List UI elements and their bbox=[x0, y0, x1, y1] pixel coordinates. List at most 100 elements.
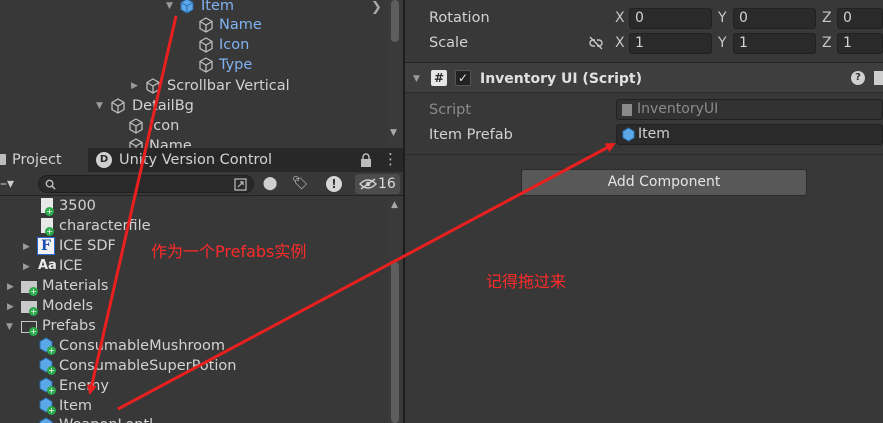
help-icon[interactable]: ? bbox=[851, 71, 865, 85]
search-window-icon[interactable] bbox=[234, 178, 247, 191]
gameobject-icon bbox=[199, 57, 213, 73]
hierarchy-scrollbar[interactable]: ▼ bbox=[388, 0, 402, 148]
prefab-cube-icon bbox=[180, 0, 194, 14]
scroll-down-icon[interactable]: ▼ bbox=[390, 128, 397, 138]
uvc-icon: D bbox=[96, 152, 112, 168]
project-item-clipped[interactable]: WeaponLontl... bbox=[59, 415, 199, 423]
tab-unity-version-control[interactable]: D Unity Version Control bbox=[88, 148, 288, 172]
project-item-characterfile[interactable]: characterfile bbox=[59, 216, 151, 236]
text-file-icon: + bbox=[39, 218, 55, 236]
hierarchy-item-icon2[interactable]: Icon bbox=[149, 116, 179, 136]
folder-icon: + bbox=[21, 299, 39, 317]
project-item-prefabs[interactable]: Prefabs bbox=[42, 316, 96, 336]
search-input-container[interactable] bbox=[38, 175, 254, 193]
project-item-models[interactable]: Models bbox=[42, 296, 93, 316]
project-item-enemy[interactable]: Enemy bbox=[59, 376, 109, 396]
gameobject-icon bbox=[129, 118, 143, 134]
collapse-arrow-icon[interactable]: ▶ bbox=[7, 282, 17, 292]
gameobject-icon bbox=[199, 17, 213, 33]
add-component-button[interactable]: Add Component bbox=[521, 169, 807, 196]
project-tab-bar: Project D Unity Version Control ⋮ bbox=[0, 148, 403, 172]
axis-z-label[interactable]: Z bbox=[822, 33, 832, 54]
axis-x-label[interactable]: X bbox=[615, 8, 625, 29]
project-item-item[interactable]: Item bbox=[59, 396, 92, 416]
font-file-icon: Aa bbox=[38, 258, 57, 273]
hierarchy-item-name[interactable]: Name bbox=[219, 15, 262, 35]
axis-y-label[interactable]: Y bbox=[718, 8, 727, 29]
search-input[interactable] bbox=[59, 176, 229, 192]
axis-x-label[interactable]: X bbox=[615, 33, 625, 54]
separator bbox=[405, 154, 883, 155]
filter-type-icon[interactable]: ⬤ bbox=[259, 175, 281, 193]
axis-y-label[interactable]: Y bbox=[718, 33, 727, 54]
hidden-count: 16 bbox=[378, 176, 396, 192]
tab-project-label: Project bbox=[12, 152, 62, 168]
hidden-packages-toggle[interactable]: 16 bbox=[355, 174, 400, 194]
project-item-ice-sdf[interactable]: ICE SDF bbox=[59, 236, 116, 256]
script-field: InventoryUI bbox=[616, 99, 883, 120]
project-toolbar: –▾ ⬤ 🏷 ! 16 bbox=[0, 172, 403, 196]
script-label: Script bbox=[429, 102, 472, 118]
prefab-cube-icon: + bbox=[38, 397, 57, 416]
component-header[interactable]: ▼ # ✓ Inventory UI (Script) ? bbox=[405, 63, 883, 93]
hierarchy-item-icon[interactable]: Icon bbox=[219, 35, 249, 55]
project-list: + 3500 + characterfile ▶ F ICE SDF ▶ Aa … bbox=[0, 196, 403, 423]
rotation-z-field[interactable]: 0 bbox=[837, 8, 883, 29]
inspector-panel: Rotation X 0 Y 0 Z 0 Scale X 1 Y 1 Z 1 ▼… bbox=[405, 0, 883, 423]
scrollbar-thumb[interactable] bbox=[391, 0, 399, 42]
font-asset-icon: F bbox=[37, 237, 55, 255]
component-enabled-checkbox[interactable]: ✓ bbox=[455, 70, 471, 86]
more-options-icon[interactable]: ⋮ bbox=[383, 150, 398, 168]
project-item-consumable-mushroom[interactable]: ConsumableMushroom bbox=[59, 336, 225, 356]
constrain-proportions-icon[interactable] bbox=[588, 36, 604, 50]
project-item-3500[interactable]: 3500 bbox=[59, 196, 96, 216]
collapse-arrow-icon[interactable]: ▶ bbox=[23, 242, 33, 252]
expand-arrow-icon[interactable]: ▼ bbox=[6, 322, 16, 332]
scale-label: Scale bbox=[429, 35, 469, 51]
component-title: Inventory UI (Script) bbox=[480, 71, 643, 87]
filter-label-icon[interactable]: 🏷 bbox=[289, 175, 311, 193]
project-item-ice[interactable]: ICE bbox=[59, 256, 83, 276]
scrollbar-thumb[interactable] bbox=[391, 262, 399, 423]
scroll-up-icon[interactable]: ▲ bbox=[391, 200, 398, 210]
hierarchy-item-item[interactable]: Item bbox=[201, 0, 234, 16]
hierarchy-item-scrollbar[interactable]: Scrollbar Vertical bbox=[167, 76, 290, 96]
rotation-y-field[interactable]: 0 bbox=[733, 8, 816, 29]
tab-uvc-label: Unity Version Control bbox=[119, 152, 273, 168]
scale-y-field[interactable]: 1 bbox=[733, 33, 816, 54]
item-prefab-value: Item bbox=[638, 126, 670, 142]
annotation-prefab-note: 作为一个Prefabs实例 bbox=[151, 242, 307, 261]
project-item-materials[interactable]: Materials bbox=[42, 276, 108, 296]
hierarchy-item-type[interactable]: Type bbox=[219, 55, 252, 75]
open-folder-icon: + bbox=[21, 319, 39, 337]
expand-arrow-icon[interactable]: ▼ bbox=[166, 1, 176, 11]
collapse-arrow-icon[interactable]: ▶ bbox=[131, 81, 141, 91]
item-prefab-field[interactable]: Item bbox=[616, 124, 883, 145]
rotation-label: Rotation bbox=[429, 10, 490, 26]
presets-icon[interactable] bbox=[874, 71, 883, 85]
prefab-cube-icon bbox=[38, 417, 57, 423]
folder-icon: + bbox=[21, 279, 39, 297]
eye-hidden-icon bbox=[359, 178, 377, 190]
create-dropdown-icon[interactable]: –▾ bbox=[0, 176, 14, 192]
script-value: InventoryUI bbox=[637, 101, 719, 117]
project-scrollbar[interactable]: ▲ bbox=[388, 196, 402, 423]
console-warning-icon[interactable]: ! bbox=[326, 176, 342, 192]
scale-z-field[interactable]: 1 bbox=[837, 33, 883, 54]
collapse-arrow-icon[interactable]: ▶ bbox=[7, 302, 17, 312]
tab-project[interactable]: Project bbox=[0, 148, 88, 172]
prefab-cube-icon: + bbox=[38, 357, 57, 376]
scale-x-field[interactable]: 1 bbox=[629, 33, 712, 54]
chevron-right-icon[interactable]: ❯ bbox=[371, 0, 382, 15]
text-file-icon: + bbox=[39, 198, 55, 216]
folder-icon bbox=[0, 154, 6, 165]
collapse-arrow-icon[interactable]: ▶ bbox=[23, 262, 33, 272]
expand-arrow-icon[interactable]: ▼ bbox=[96, 101, 106, 111]
rotation-x-field[interactable]: 0 bbox=[629, 8, 712, 29]
axis-z-label[interactable]: Z bbox=[822, 8, 832, 29]
lock-icon[interactable] bbox=[360, 153, 372, 167]
project-item-consumable-super-potion[interactable]: ConsumableSuperPotion bbox=[59, 356, 236, 376]
hierarchy-item-detailbg[interactable]: DetailBg bbox=[132, 96, 194, 116]
script-hash-icon: # bbox=[431, 70, 447, 86]
component-expand-icon[interactable]: ▼ bbox=[413, 74, 423, 84]
